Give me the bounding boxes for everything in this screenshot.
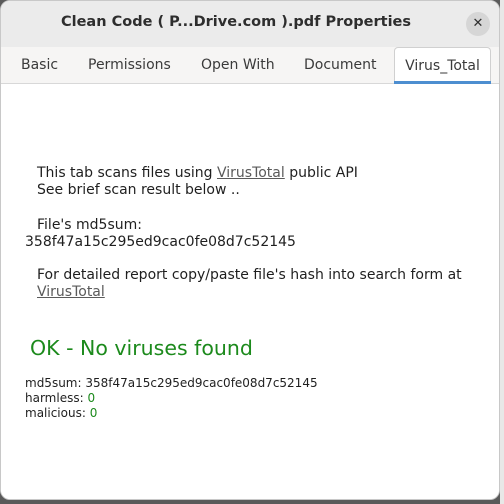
- malicious-count: 0: [89, 406, 98, 420]
- tab-permissions[interactable]: Permissions: [88, 47, 171, 83]
- background-window-edge: [500, 0, 504, 504]
- result-md5: md5sum: 358f47a15c295ed9cac0fe08d7c52145: [25, 376, 318, 390]
- dialog-title: Clean Code ( P...Drive.com ).pdf Propert…: [60, 14, 412, 30]
- harmless-label: harmless:: [25, 391, 88, 405]
- close-button[interactable]: ✕: [466, 12, 490, 36]
- intro-prefix: This tab scans files using: [37, 165, 217, 181]
- harmless-count: 0: [87, 391, 96, 405]
- virus-total-panel: This tab scans files using VirusTotal pu…: [1, 85, 499, 499]
- tab-document[interactable]: Document: [304, 47, 377, 83]
- title-bar: Clean Code ( P...Drive.com ).pdf Propert…: [1, 1, 499, 47]
- md5-value: 358f47a15c295ed9cac0fe08d7c52145: [25, 234, 296, 250]
- intro-suffix: public API: [284, 165, 358, 181]
- tab-open-with[interactable]: Open With: [201, 47, 275, 83]
- result-malicious: malicious: 0: [25, 406, 97, 420]
- tab-basic[interactable]: Basic: [21, 47, 58, 83]
- tab-virus-total[interactable]: Virus_Total: [394, 47, 491, 83]
- scan-status: OK - No viruses found: [30, 336, 253, 360]
- report-instructions: For detailed report copy/paste file's ha…: [37, 267, 462, 283]
- virustotal-link[interactable]: VirusTotal: [217, 165, 285, 181]
- properties-dialog: Clean Code ( P...Drive.com ).pdf Propert…: [0, 0, 500, 500]
- intro-line-1: This tab scans files using VirusTotal pu…: [37, 165, 358, 181]
- report-virustotal-link[interactable]: VirusTotal: [37, 284, 105, 300]
- tab-bar: Basic Permissions Open With Document Vir…: [1, 47, 499, 84]
- active-tab-indicator: [394, 81, 491, 84]
- md5-label: File's md5sum:: [37, 217, 142, 233]
- report-link-text[interactable]: VirusTotal: [37, 284, 105, 300]
- malicious-label: malicious:: [25, 406, 90, 420]
- close-icon: ✕: [472, 16, 484, 31]
- result-harmless: harmless: 0: [25, 391, 95, 405]
- intro-line-2: See brief scan result below ..: [37, 182, 240, 198]
